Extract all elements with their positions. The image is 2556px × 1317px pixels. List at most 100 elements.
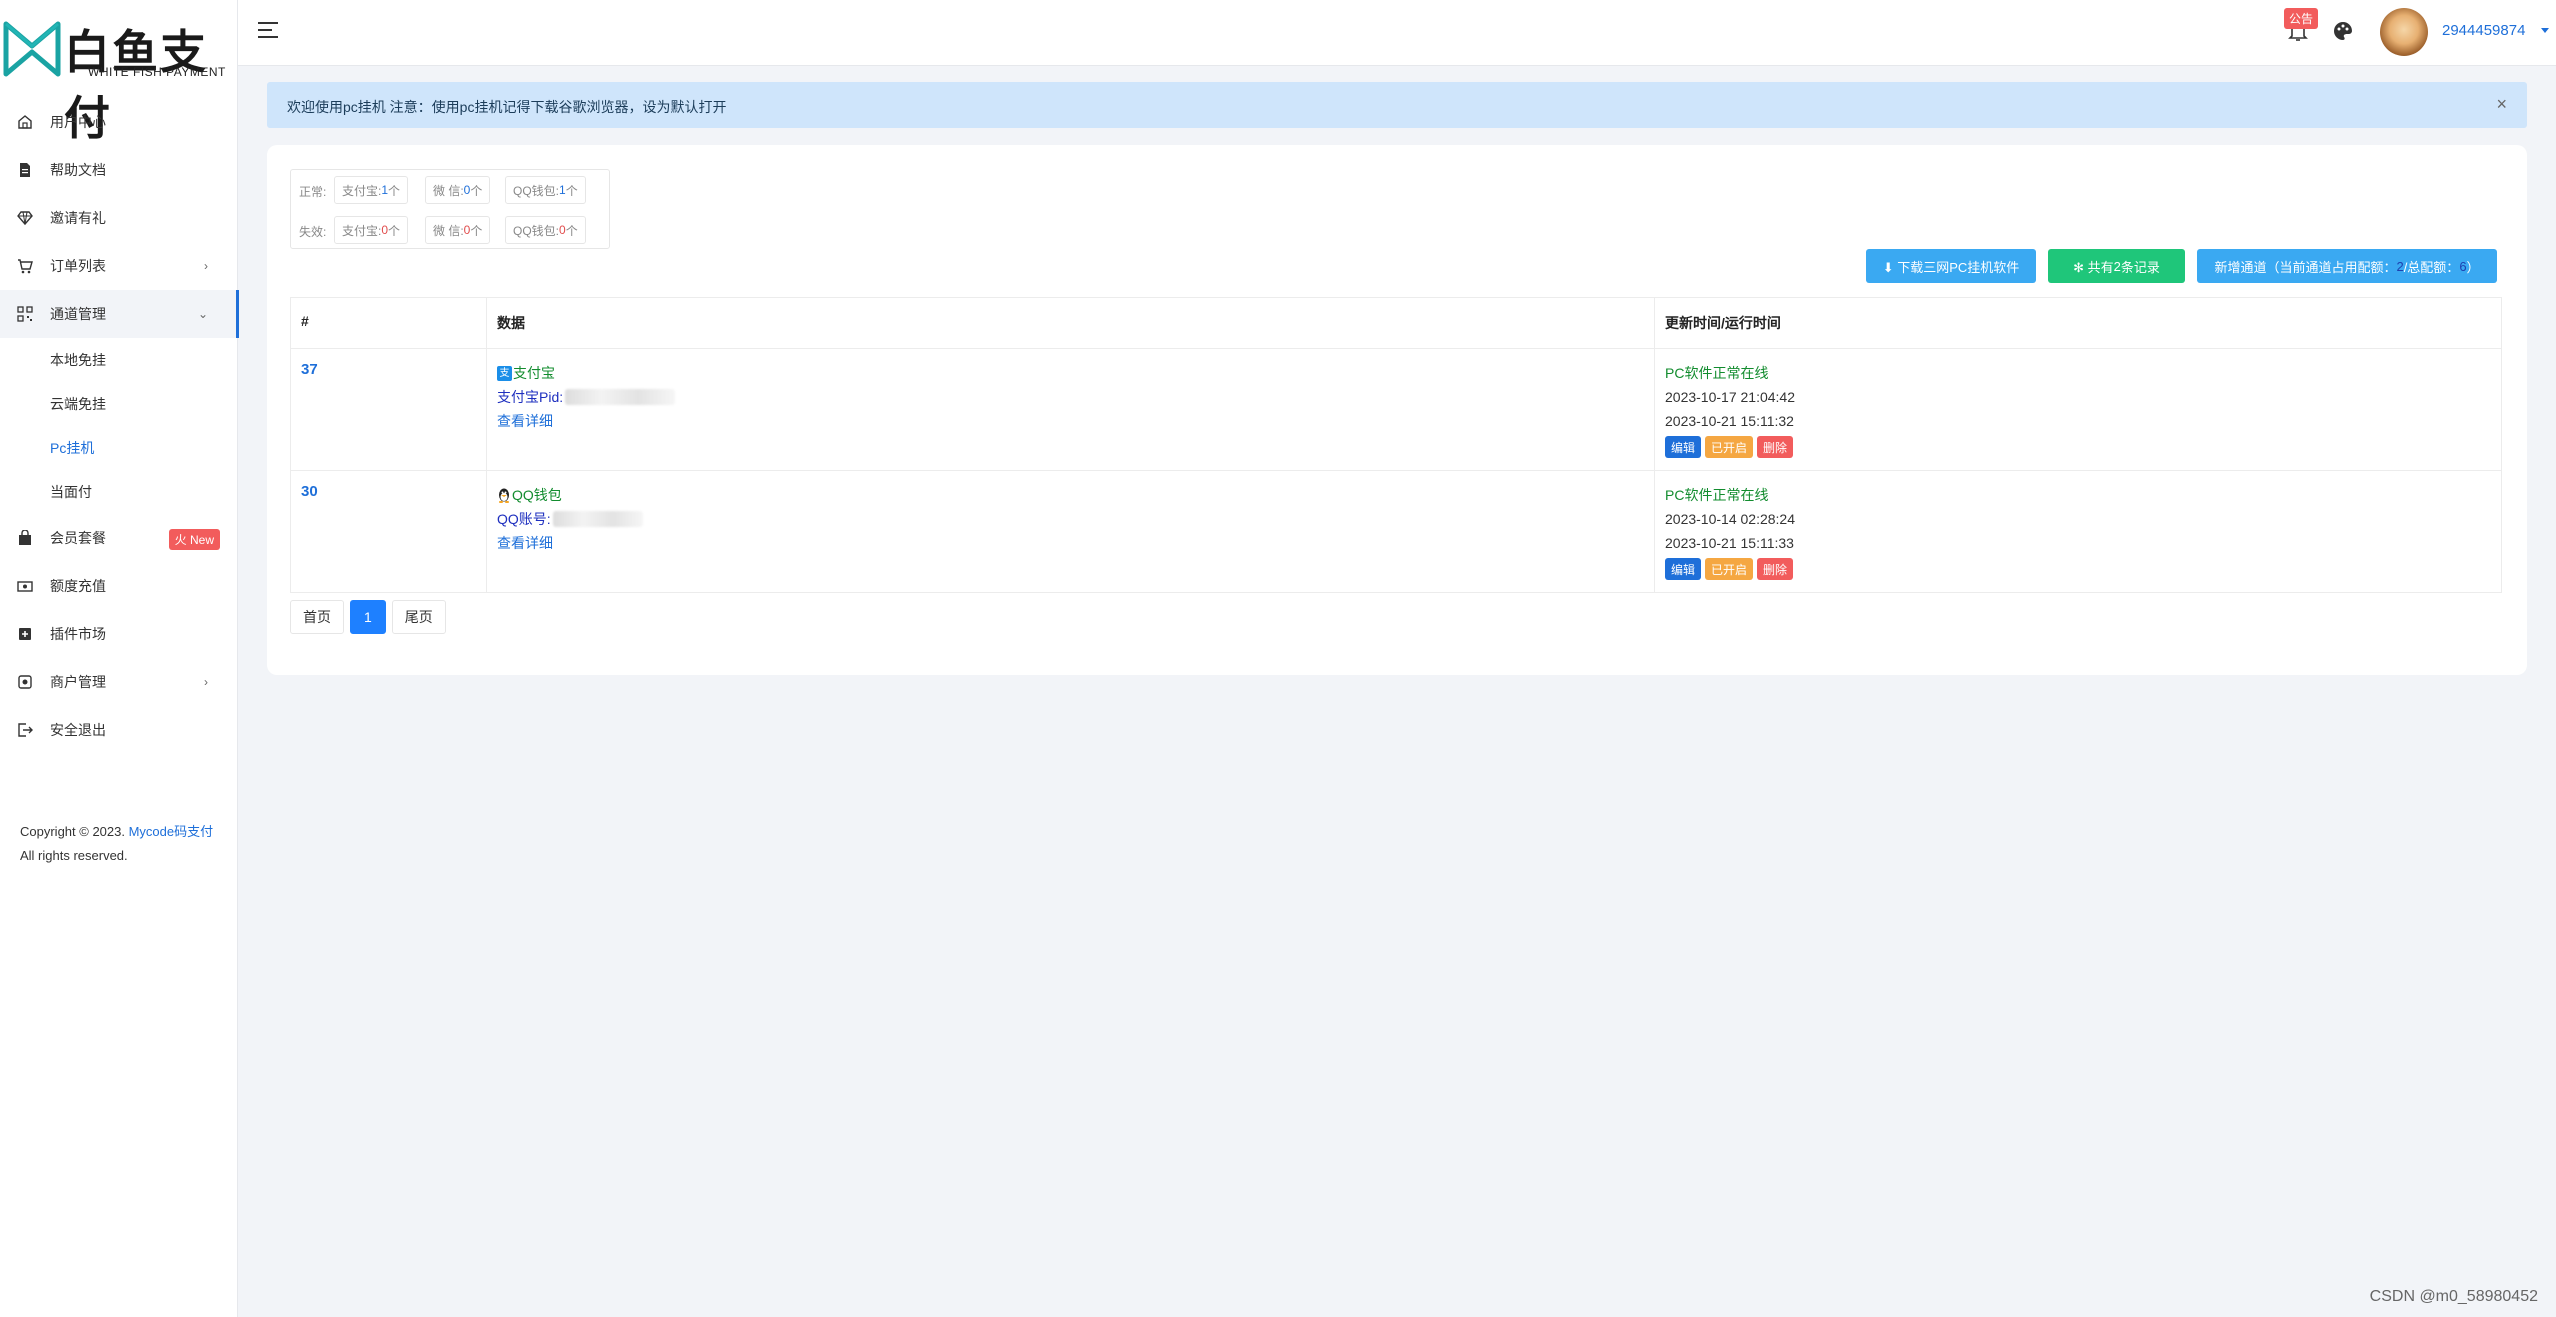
money-icon <box>17 578 33 594</box>
brand-subtitle: WHITE FISH PAYMENT <box>88 65 226 79</box>
payment-type: 支支付宝 <box>497 361 1644 385</box>
delete-button[interactable]: 删除 <box>1757 558 1794 580</box>
palette-icon[interactable] <box>2332 20 2354 42</box>
stat-unit: 个 <box>470 183 483 198</box>
row-actions: 编辑 已开启 删除 <box>1665 436 2491 458</box>
qrcode-icon <box>17 306 33 322</box>
stat-count: 0 <box>463 223 471 237</box>
account-label: QQ账号: <box>497 511 551 527</box>
diamond-icon <box>17 210 33 226</box>
new-badge: 火 New <box>168 529 220 550</box>
main-card: 正常: 支付宝: 1 个 微 信: 0 个 QQ钱包: 1 个 失效: 支付宝: 0 个 微 信… <box>267 145 2527 675</box>
stat-count: 1 <box>381 183 389 197</box>
sidebar-item-label: 通道管理 <box>50 306 106 322</box>
enabled-toggle-button[interactable]: 已开启 <box>1705 558 1754 580</box>
download-pc-software-button[interactable]: ⬇ 下载三网PC挂机软件 <box>1866 249 2036 283</box>
copyright-link[interactable]: Mycode码支付 <box>129 824 214 839</box>
sidebar-subitem-cloud[interactable]: 云端免挂 <box>0 382 238 426</box>
chevron-down-icon: ⌄ <box>197 307 208 321</box>
stat-name: 支付宝: <box>342 183 382 198</box>
sidebar-item-recharge[interactable]: 额度充值 <box>0 562 238 610</box>
menu-toggle-icon[interactable] <box>258 22 278 38</box>
row-id[interactable]: 30 <box>301 483 318 500</box>
redacted-account <box>565 389 676 405</box>
count-value: 2 <box>2113 258 2121 274</box>
stat-name: 微 信: <box>433 223 464 238</box>
sidebar-item-membership[interactable]: 会员套餐 火 New <box>0 514 238 562</box>
copyright-prefix: Copyright © 2023. <box>20 824 129 839</box>
sidebar-subitem-local[interactable]: 本地免挂 <box>0 338 238 382</box>
sidebar-item-plugins[interactable]: 插件市场 <box>0 610 238 658</box>
info-alert: 欢迎使用pc挂机 注意：使用pc挂机记得下载谷歌浏览器，设为默认打开 × <box>267 82 2527 128</box>
sidebar-item-label: 订单列表 <box>50 258 106 274</box>
stats-normal-label: 正常: <box>299 185 327 199</box>
sidebar: 白鱼支付 WHITE FISH PAYMENT 用户中心 帮助文档 邀请有礼 订… <box>0 0 239 1317</box>
view-detail-link[interactable]: 查看详细 <box>497 409 1644 433</box>
notice-badge[interactable]: 公告 <box>2284 8 2319 29</box>
sidebar-item-channels[interactable]: 通道管理 ⌄ <box>0 290 239 338</box>
sidebar-item-label: 安全退出 <box>50 722 106 738</box>
merchant-icon <box>17 674 33 690</box>
delete-button[interactable]: 删除 <box>1757 436 1794 458</box>
chevron-right-icon: › <box>204 259 208 273</box>
updated-time: 2023-10-14 02:28:24 <box>1665 511 1795 527</box>
sidebar-item-label: 用户中心 <box>50 114 106 130</box>
stat-unit: 个 <box>388 223 401 238</box>
payment-type: QQ钱包 <box>497 483 1644 507</box>
stat-unit: 个 <box>565 223 578 238</box>
stat-name: QQ钱包: <box>513 183 560 198</box>
last-page-button[interactable]: 尾页 <box>391 600 446 634</box>
sidebar-item-invite[interactable]: 邀请有礼 <box>0 194 238 242</box>
current-page-button[interactable]: 1 <box>350 600 386 634</box>
sidebar-nav: 用户中心 帮助文档 邀请有礼 订单列表 › 通道管理 ⌄ 本地免挂 云端免挂 P… <box>0 98 239 754</box>
stat-unit: 个 <box>565 183 578 198</box>
first-page-button[interactable]: 首页 <box>290 600 344 634</box>
sidebar-item-help-docs[interactable]: 帮助文档 <box>0 146 238 194</box>
add-channel-button[interactable]: 新增通道（当前通道占用配额： 2/总配额： 6） <box>2197 249 2497 283</box>
enabled-toggle-button[interactable]: 已开启 <box>1705 436 1754 458</box>
alipay-icon: 支 <box>497 365 512 381</box>
alert-text: 欢迎使用pc挂机 注意：使用pc挂机记得下载谷歌浏览器，设为默认打开 <box>287 99 727 115</box>
username[interactable]: 2944459874 <box>2442 22 2525 39</box>
quota-used: 2 <box>2396 258 2404 274</box>
bag-icon <box>17 530 33 546</box>
edit-button[interactable]: 编辑 <box>1665 558 1702 580</box>
account-label: 支付宝Pid: <box>497 389 564 405</box>
user-avatar[interactable] <box>2380 8 2428 56</box>
record-count-button[interactable]: ✻ 共有 2 条记录 <box>2048 249 2185 283</box>
sidebar-item-user-center[interactable]: 用户中心 <box>0 98 238 146</box>
home-icon <box>17 114 33 130</box>
close-icon[interactable]: × <box>2496 94 2507 115</box>
stats-invalid-row: 失效: 支付宝: 0 个 微 信: 0 个 QQ钱包: 0 个 <box>291 210 609 250</box>
logout-icon <box>17 722 33 738</box>
brand-logo[interactable]: 白鱼支付 WHITE FISH PAYMENT <box>0 14 238 145</box>
sidebar-subitem-pc[interactable]: Pc挂机 <box>0 426 238 470</box>
sidebar-item-orders[interactable]: 订单列表 › <box>0 242 238 290</box>
qq-penguin-icon <box>499 488 509 503</box>
caret-down-icon[interactable] <box>2541 28 2549 33</box>
view-detail-link[interactable]: 查看详细 <box>497 531 1644 555</box>
account-line: 支付宝Pid: <box>497 385 1644 409</box>
sidebar-item-logout[interactable]: 安全退出 <box>0 706 238 754</box>
stat-normal-alipay: 支付宝: 1 个 <box>334 176 409 204</box>
sidebar-item-merchants[interactable]: 商户管理 › <box>0 658 238 706</box>
row-id[interactable]: 37 <box>301 361 318 378</box>
pagination: 首页 1 尾页 <box>290 600 446 634</box>
table-row: 30 QQ钱包 QQ账号: 查看详细 PC软件正常在线 2023-10-14 0… <box>290 470 2502 593</box>
stat-unit: 个 <box>388 183 401 198</box>
stat-name: QQ钱包: <box>513 223 560 238</box>
edit-button[interactable]: 编辑 <box>1665 436 1702 458</box>
stat-normal-qq: QQ钱包: 1 个 <box>505 176 586 204</box>
quota-total: 6 <box>2459 258 2467 274</box>
sidebar-item-label: 插件市场 <box>50 626 106 642</box>
payment-type-label: QQ钱包 <box>512 487 562 503</box>
stat-invalid-alipay: 支付宝: 0 个 <box>334 216 409 244</box>
white-fish-logo-icon <box>3 21 61 77</box>
watermark: CSDN @m0_58980452 <box>2369 1288 2538 1305</box>
copyright: Copyright © 2023. Mycode码支付 All rights r… <box>20 820 220 868</box>
table-header-row: # 数据 更新时间/运行时间 <box>290 297 2502 349</box>
stat-name: 微 信: <box>433 183 464 198</box>
sidebar-subitem-face-pay[interactable]: 当面付 <box>0 470 238 514</box>
chevron-right-icon: › <box>204 675 208 689</box>
sidebar-item-label: 会员套餐 <box>50 530 106 546</box>
